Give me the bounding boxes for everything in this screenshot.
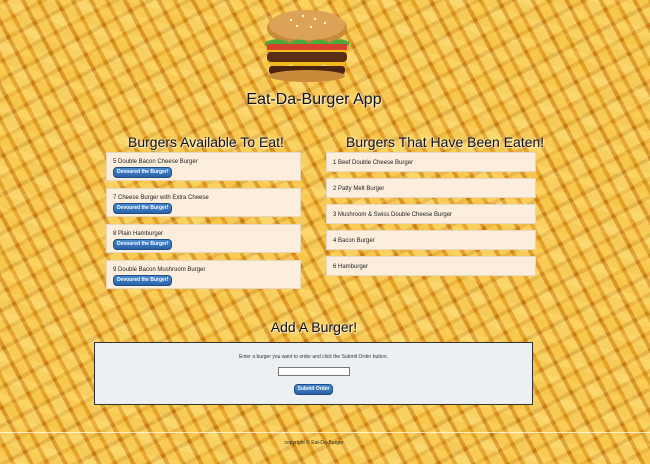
app-title: Eat-Da-Burger App [246, 91, 382, 108]
available-section-title: Burgers Available To Eat! [128, 134, 284, 150]
available-burger-card: 5 Double Bacon Cheese Burger Devoured th… [106, 152, 301, 181]
available-burger-list: 5 Double Bacon Cheese Burger Devoured th… [106, 152, 301, 296]
eaten-burger-card: 4 Bacon Burger [326, 230, 536, 250]
burger-icon [265, 10, 349, 82]
footer-divider [0, 432, 650, 433]
available-burger-card: 9 Double Bacon Mushroom Burger Devoured … [106, 260, 301, 289]
burger-label: 9 Double Bacon Mushroom Burger [113, 267, 206, 273]
burger-name-input[interactable] [277, 367, 350, 376]
order-instructions: Enter a burger you want to order and cli… [239, 354, 388, 360]
burger-label: 5 Double Bacon Cheese Burger [113, 159, 198, 165]
eaten-burger-card: 3 Mushroom & Swiss Double Cheese Burger [326, 204, 536, 224]
copyright-text: copyright © Eat-Da-Burger [284, 440, 344, 446]
devour-button[interactable]: Devoured the Burger! [113, 203, 173, 214]
eaten-burger-card: 2 Patty Melt Burger [326, 178, 536, 198]
eaten-burger-card: 6 Hamburger [326, 256, 536, 276]
order-form: Enter a burger you want to order and cli… [94, 342, 533, 405]
devour-button[interactable]: Devoured the Burger! [113, 167, 173, 178]
devour-button[interactable]: Devoured the Burger! [113, 275, 173, 286]
devour-button[interactable]: Devoured the Burger! [113, 239, 173, 250]
add-burger-title: Add A Burger! [270, 319, 358, 335]
submit-order-button[interactable]: Submit Order [293, 384, 334, 395]
available-burger-card: 7 Cheese Burger with Extra Cheese Devour… [106, 188, 301, 217]
available-burger-card: 8 Plain Hamburger Devoured the Burger! [106, 224, 301, 253]
eaten-burger-list: 1 Beef Double Cheese Burger 2 Patty Melt… [326, 152, 536, 282]
eaten-section-title: Burgers That Have Been Eaten! [346, 134, 545, 150]
burger-label: 8 Plain Hamburger [113, 231, 164, 237]
eaten-burger-card: 1 Beef Double Cheese Burger [326, 152, 536, 172]
burger-label: 7 Cheese Burger with Extra Cheese [113, 195, 209, 201]
